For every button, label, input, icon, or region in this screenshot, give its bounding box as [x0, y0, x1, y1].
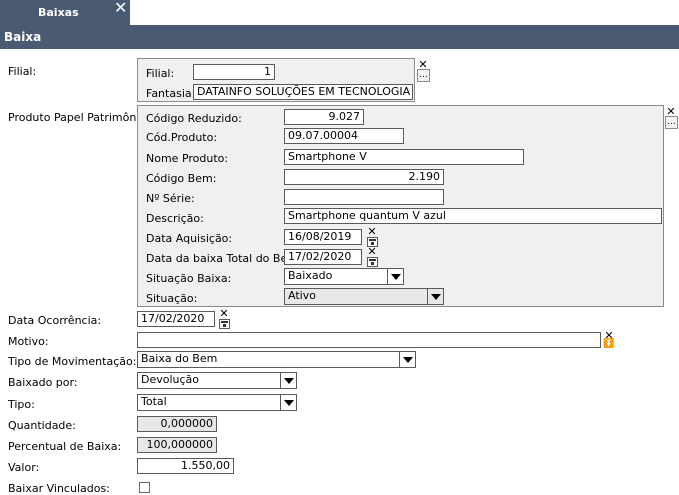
clear-data-baixa-icon[interactable]: ✕: [367, 246, 377, 257]
chevron-down-icon[interactable]: [280, 373, 296, 388]
descricao-label: Descrição:: [146, 212, 204, 225]
page-title: Baixa: [4, 30, 42, 44]
double-chevron-down-icon[interactable]: ⏬: [602, 340, 616, 349]
codigo-bem-label: Código Bem:: [146, 172, 217, 185]
filial-label: Filial:: [146, 67, 175, 80]
valor-field[interactable]: 1.550,00: [137, 458, 234, 474]
situacao-baixa-select[interactable]: Baixado: [284, 268, 404, 285]
motivo-field[interactable]: [137, 332, 601, 348]
numero-serie-label: Nº Série:: [146, 192, 195, 205]
clear-data-aquisicao-icon[interactable]: ✕: [367, 226, 377, 237]
tipo-label: Tipo:: [8, 398, 35, 411]
codigo-reduzido-field[interactable]: 9.027: [284, 109, 364, 125]
data-aquisicao-field[interactable]: 16/08/2019: [284, 229, 362, 245]
codigo-reduzido-label: Código Reduzido:: [146, 112, 242, 125]
baixar-vinculados-label: Baixar Vinculados:: [8, 482, 110, 495]
fantasia-field: DATAINFO SOLUÇÕES EM TECNOLOGIA DA II: [193, 84, 413, 100]
data-ocorrencia-field[interactable]: 17/02/2020: [137, 311, 215, 327]
baixado-por-value: Devolução: [141, 373, 200, 386]
tab-baixas[interactable]: Baixas ✕: [0, 0, 130, 25]
situacao-label: Situação:: [146, 292, 198, 305]
valor-label: Valor:: [8, 461, 40, 474]
numero-serie-field[interactable]: [284, 189, 444, 205]
filial-field[interactable]: 1: [193, 64, 275, 80]
chevron-down-icon[interactable]: [387, 269, 403, 284]
tab-label: Baixas: [38, 6, 79, 19]
produto-group: Código Reduzido: 9.027 Cód.Produto: 09.0…: [137, 105, 664, 307]
tab-bar: Baixas ✕: [0, 0, 679, 25]
tipo-movimentacao-value: Baixa do Bem: [141, 352, 218, 365]
tipo-movimentacao-label: Tipo de Movimentação:: [8, 355, 137, 368]
produto-section-label: Produto Papel Patrimônio:: [8, 111, 150, 124]
chevron-down-icon[interactable]: [280, 395, 296, 410]
codigo-bem-field[interactable]: 2.190: [284, 169, 444, 185]
situacao-baixa-label: Situação Baixa:: [146, 272, 232, 285]
percentual-field: 100,000000: [137, 437, 217, 453]
nome-produto-label: Nome Produto:: [146, 152, 229, 165]
baixado-por-select[interactable]: Devolução: [137, 372, 297, 389]
chevron-down-icon[interactable]: [399, 352, 415, 367]
situacao-select: Ativo: [284, 288, 444, 305]
data-aquisicao-label: Data Aquisição:: [146, 232, 233, 245]
nome-produto-field: Smartphone V: [284, 149, 524, 165]
situacao-baixa-value: Baixado: [288, 269, 333, 282]
data-baixa-total-label: Data da baixa Total do Bem:: [146, 252, 302, 265]
tipo-value: Total: [141, 395, 167, 408]
baixado-por-label: Baixado por:: [8, 376, 78, 389]
filial-section-label: Filial:: [8, 65, 37, 78]
cod-produto-label: Cód.Produto:: [146, 131, 218, 144]
data-ocorrencia-label: Data Ocorrência:: [8, 314, 102, 327]
quantidade-field: 0,000000: [137, 416, 217, 432]
fantasia-label: Fantasia:: [146, 87, 196, 100]
clear-data-ocorrencia-icon[interactable]: ✕: [219, 308, 229, 319]
close-icon[interactable]: ✕: [114, 0, 127, 17]
calendar-icon[interactable]: [367, 257, 378, 267]
situacao-value: Ativo: [288, 289, 316, 302]
motivo-label: Motivo:: [8, 335, 49, 348]
percentual-label: Percentual de Baixa:: [8, 440, 122, 453]
data-baixa-total-field[interactable]: 17/02/2020: [284, 249, 362, 265]
produto-more-button[interactable]: ...: [665, 116, 678, 129]
descricao-field: Smartphone quantum V azul: [284, 208, 662, 224]
filial-more-button[interactable]: ...: [417, 69, 430, 82]
baixar-vinculados-checkbox[interactable]: [139, 482, 150, 493]
quantidade-label: Quantidade:: [8, 419, 76, 432]
tipo-select[interactable]: Total: [137, 394, 297, 411]
filial-group: Filial: 1 Fantasia: DATAINFO SOLUÇÕES EM…: [137, 58, 415, 102]
calendar-icon[interactable]: [219, 319, 230, 329]
form-header: Baixa: [0, 25, 679, 49]
tipo-movimentacao-select[interactable]: Baixa do Bem: [137, 351, 416, 368]
chevron-down-icon: [427, 289, 443, 304]
cod-produto-field: 09.07.00004: [284, 128, 404, 144]
